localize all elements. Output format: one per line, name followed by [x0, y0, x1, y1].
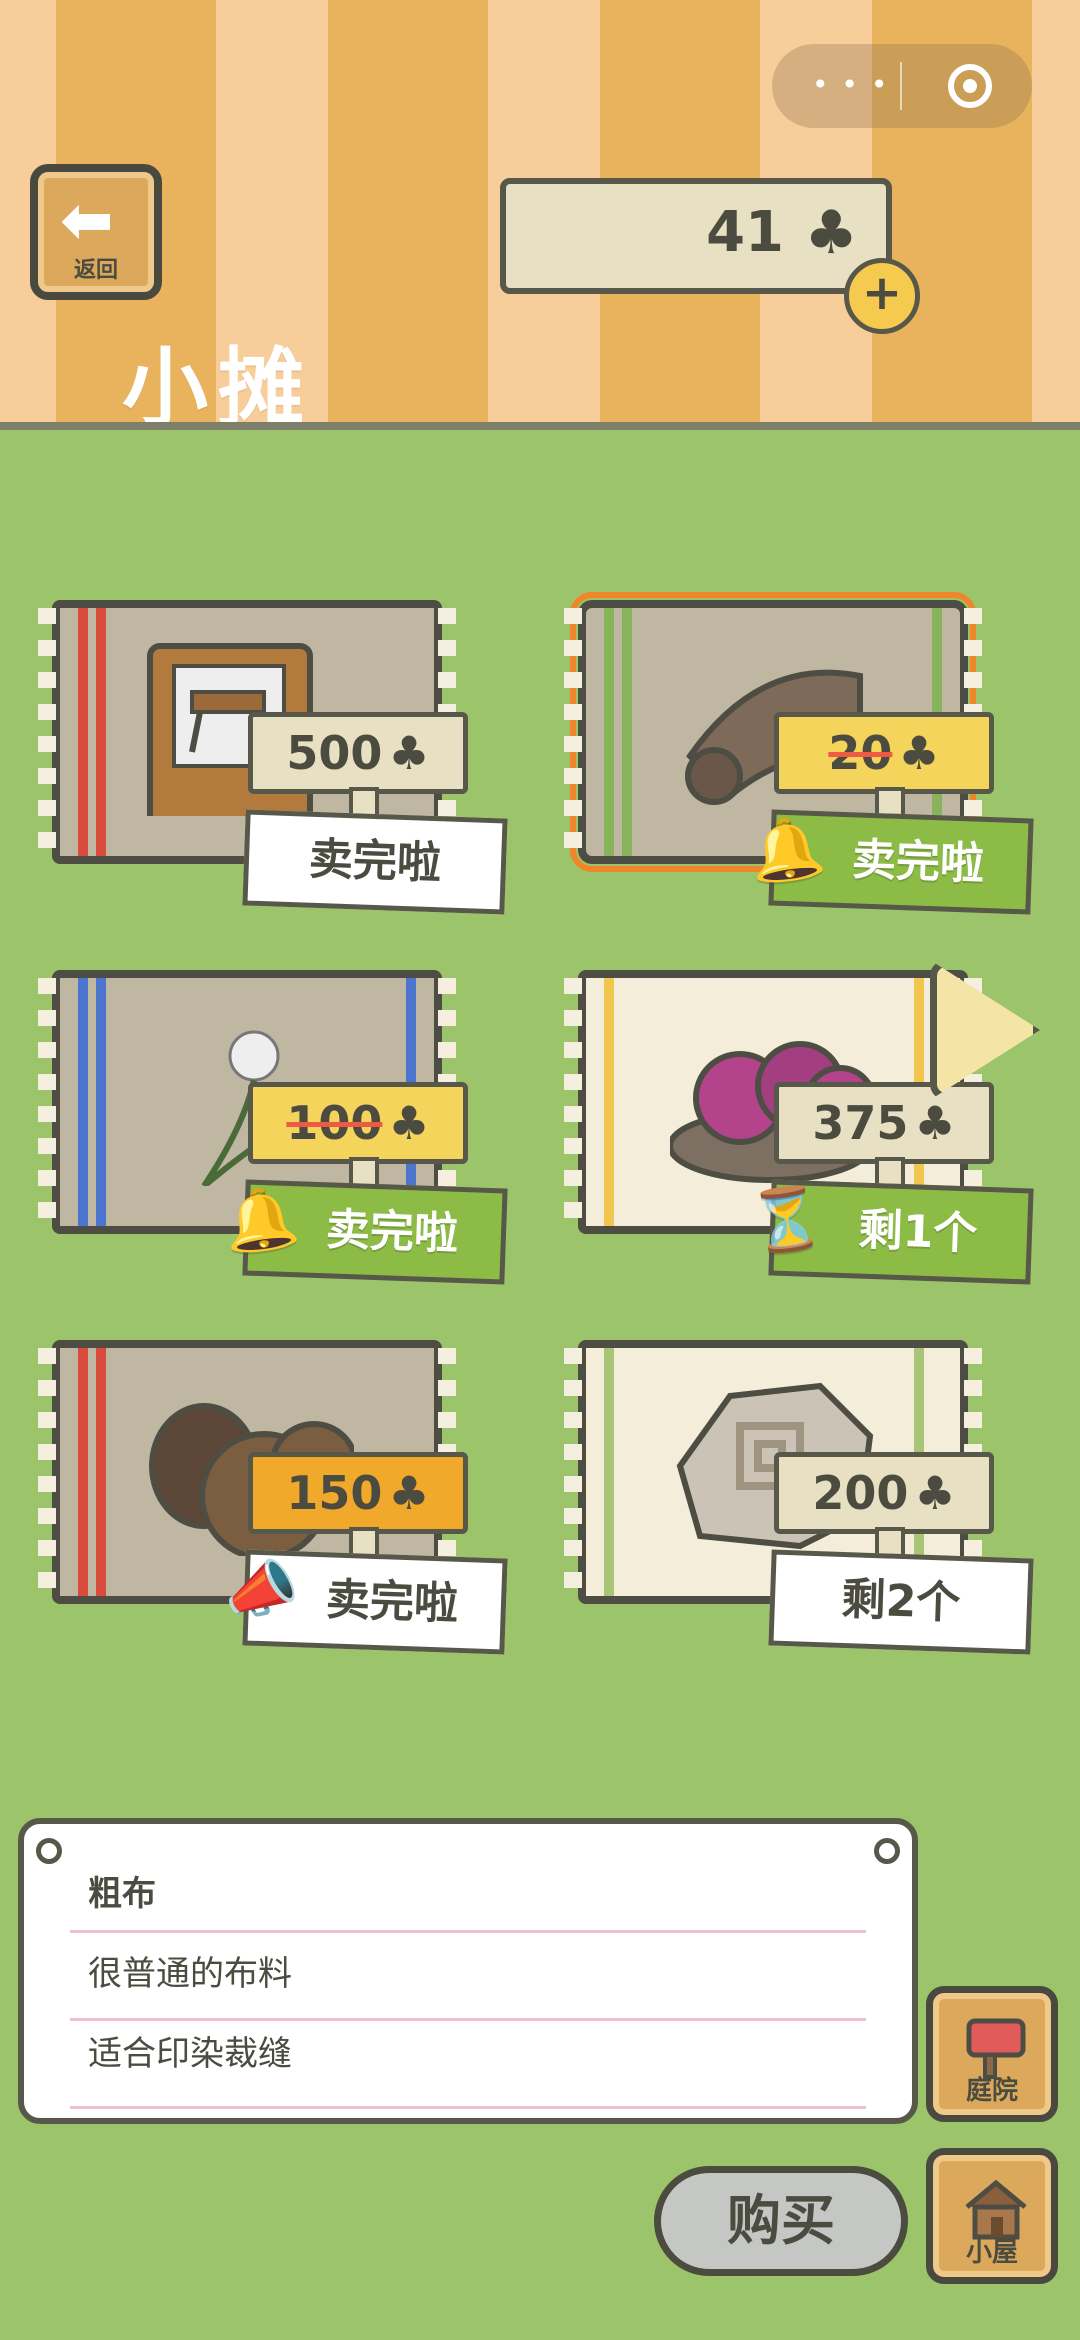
price-tag: 500 ♣ — [248, 712, 468, 817]
yard-button[interactable]: 庭院 — [926, 1986, 1058, 2122]
mini-program-capsule[interactable]: • • • — [772, 44, 1032, 128]
bell-icon: 🔔 — [218, 1180, 303, 1260]
clover-icon: ♣ — [914, 1096, 956, 1150]
shop-item-2[interactable]: 20 ♣ 🔔 卖完啦 — [550, 592, 1034, 930]
status-tag: 📣 卖完啦 — [219, 1549, 508, 1655]
status-tag: 🔔 卖完啦 — [745, 809, 1034, 915]
shop-item-6[interactable]: 200 ♣ 剩2个 — [550, 1340, 1034, 1670]
shop-item-5[interactable]: 150 ♣ 📣 卖完啦 — [24, 1340, 508, 1670]
clover-amount: 41 — [706, 200, 784, 265]
page-title: 小摊 — [122, 339, 314, 439]
bell-icon: 🔔 — [744, 810, 829, 890]
status-tag: 卖完啦 — [242, 809, 508, 915]
capsule-divider — [900, 62, 902, 110]
back-button[interactable]: ⬅ 返回 — [30, 164, 162, 300]
clover-icon: ♣ — [388, 1096, 430, 1150]
megaphone-icon: 📣 — [218, 1550, 303, 1630]
item-description-panel: 粗布 很普通的布料 适合印染裁缝 — [18, 1818, 918, 2124]
clover-balance: 41 ♣ + — [500, 178, 920, 334]
add-clover-button[interactable]: + — [844, 258, 920, 334]
clover-icon: ♣ — [804, 198, 858, 268]
status-tag: 剩2个 — [768, 1549, 1034, 1655]
price-tag: 200 ♣ — [774, 1452, 994, 1557]
hourglass-icon: ⏳ — [744, 1180, 829, 1260]
clover-icon: ♣ — [388, 726, 430, 780]
more-icon[interactable]: • • • — [812, 68, 889, 101]
price-tag: 100 ♣ — [248, 1082, 468, 1187]
close-icon[interactable] — [948, 64, 992, 108]
clover-icon: ♣ — [914, 1466, 956, 1520]
shop-item-3[interactable]: 100 ♣ 🔔 卖完啦 — [24, 970, 508, 1300]
back-label: 返回 — [73, 258, 118, 283]
status-tag: 🔔 卖完啦 — [219, 1179, 508, 1285]
price-tag: 375 ♣ — [774, 1082, 994, 1187]
item-description-line-1: 很普通的布料 — [88, 1954, 292, 1994]
clover-icon: ♣ — [898, 726, 940, 780]
price-tag: 150 ♣ — [248, 1452, 468, 1557]
buy-button[interactable]: 购买 — [654, 2166, 908, 2276]
clover-icon: ♣ — [388, 1466, 430, 1520]
shop-item-1[interactable]: 500 ♣ 卖完啦 — [24, 600, 508, 930]
item-name: 粗布 — [88, 1874, 156, 1914]
item-description-line-2: 适合印染裁缝 — [88, 2034, 292, 2074]
shop-item-4[interactable]: 375 ♣ ⏳ 剩1个 — [550, 970, 1034, 1300]
stall-header: • • • ⬅ 返回 小摊 41 ♣ + — [0, 0, 1080, 439]
back-arrow-icon: ⬅ — [60, 184, 114, 258]
price-tag: 20 ♣ — [774, 712, 994, 817]
next-page-arrow[interactable] — [930, 960, 1040, 1100]
house-button[interactable]: 小屋 — [926, 2148, 1058, 2284]
status-tag: ⏳ 剩1个 — [745, 1179, 1034, 1285]
